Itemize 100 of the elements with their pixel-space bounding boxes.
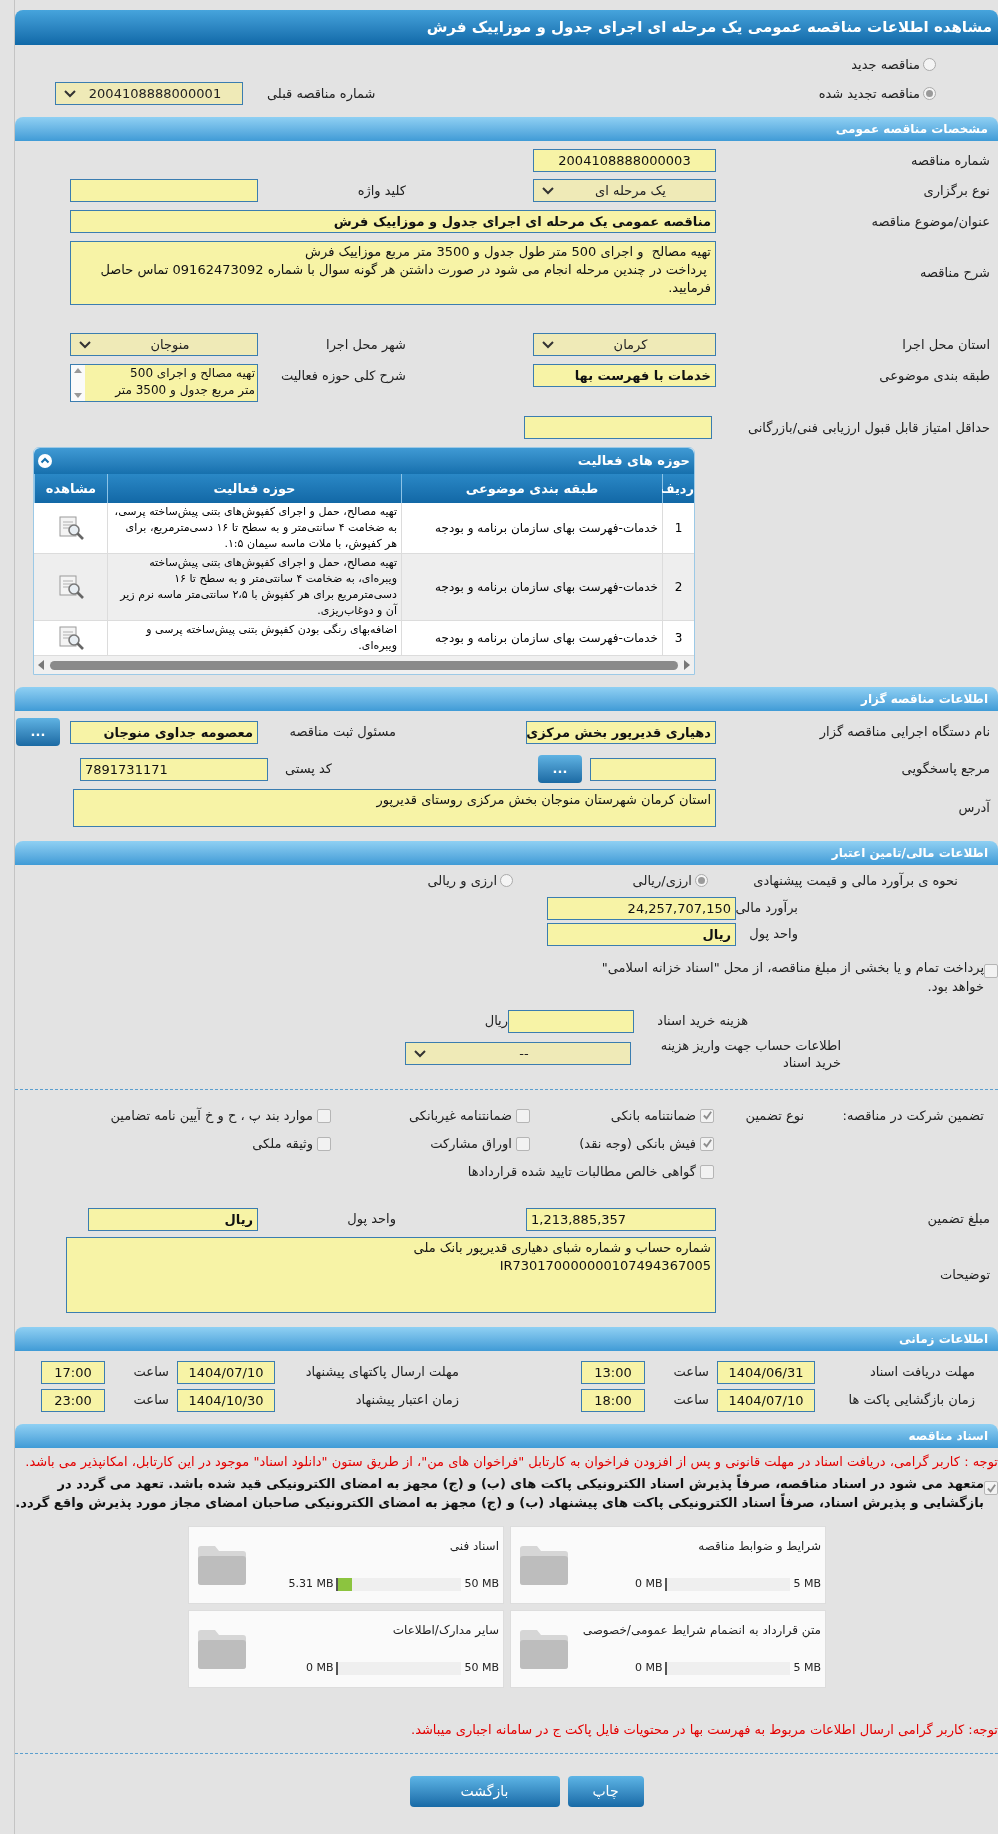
field-label: هزینه خرید اسناد [656,1012,748,1031]
table-cell: 2 [662,554,694,621]
table-cell: خدمات-فهرست بهای سازمان برنامه و بودجه [401,503,662,554]
checkbox-label: ضمانتنامه غیربانکی [408,1106,512,1125]
category-field[interactable]: خدمات با فهرست بها [533,364,716,387]
field-label: حداقل امتیاز قابل قبول ارزیابی فنی/بازرگانی [746,418,990,438]
date-field[interactable]: 1404/07/10 [177,1360,275,1384]
notice-text: توجه : کاربر گرامی، دریافت اسناد در مهلت قانونی و پس از افزودن فراخوان به کارتابل "فراخوان های من"، از طریق ستون "دانلود اسناد" موجود در این کارتابل، امکانپذیر می باشد. [24,1452,998,1471]
agency-field[interactable]: دهیاری قدیرپور بخش مرکزی [526,720,716,744]
subject-field[interactable]: مناقصه عمومی یک مرحله ای اجرای جدول و موزاییک فرش [70,210,716,233]
checkbox-label: فیش بانکی (وجه نقد) [579,1134,696,1154]
postal-code-field[interactable]: 7891731171 [80,757,268,781]
document-fee-field[interactable] [508,1009,634,1033]
notes-field[interactable]: شماره حساب و شماره شبای دهیاری قدیرپور بانک ملی IR730170000000107494367005 [66,1236,716,1313]
action-button[interactable]: بازگشت [409,1776,560,1807]
checkbox[interactable] [516,1136,530,1151]
field-label: برآورد مالی [736,898,798,918]
time-field[interactable]: 23:00 [41,1388,105,1412]
description-field[interactable]: تهیه مصالح و اجرای 500 متر طول جدول و 3500 متر مربع موزاییک فرش پرداخت در چندین مرحله انجام می شود در صورت داشتن هر گونه سوال با شماره 09162473092 تماس حاصل فرمایید. [70,241,716,305]
time-field[interactable]: 17:00 [41,1360,105,1384]
checkbox-label: وثیقه ملکی [252,1134,313,1154]
scroll-down-icon[interactable] [74,393,82,398]
file-title: سایر مدارک/اطلاعات [391,1621,499,1639]
time-field[interactable]: 18:00 [581,1388,645,1412]
account-select[interactable]: -- [405,1042,631,1065]
radio-button[interactable] [695,874,708,888]
size-label: 5.31 MB [288,1576,334,1592]
field-label: طبقه بندی موضوعی [878,367,990,386]
checkbox[interactable] [317,1108,331,1123]
date-field[interactable]: 1404/07/10 [717,1388,815,1412]
time-field[interactable]: 13:00 [581,1360,645,1384]
field-label: شرح کلی حوزه فعالیت [279,367,406,386]
more-button[interactable]: ... [16,718,60,746]
field-label: اطلاعات حساب جهت واریز هزینه خرید اسناد [659,1036,841,1071]
more-button[interactable]: ... [538,755,582,783]
min-score-field[interactable] [524,416,712,439]
chevron-down-icon [64,89,76,98]
tender-number-field[interactable]: 2004108888000003 [533,149,716,172]
field-label: ساعت [132,1363,170,1382]
field-label: شرح مناقصه [919,264,990,283]
field-label: نوع برگزاری [922,181,990,201]
section-header: اطلاعات زمانی [15,1326,998,1351]
field-label: تضمین شرکت در مناقصه: [841,1106,984,1126]
registrar-field[interactable]: معصومه جداوی منوجان [70,720,258,744]
horizontal-scrollbar[interactable] [34,656,694,674]
guarantee-amount-field[interactable]: 1,213,885,357 [526,1207,716,1231]
field-label: زمان بازگشایی پاکت ها [847,1391,975,1410]
document-search-icon[interactable] [56,625,85,651]
size-label: 0 MB [634,1660,663,1676]
field-label: کد پستی [283,760,332,779]
radio-button[interactable] [923,58,936,71]
document-search-icon[interactable] [56,574,85,600]
file-title: متن قرارداد به انضمام شرایط عمومی/خصوصی [581,1621,821,1639]
radio-label: ارزی و ریالی [427,872,497,891]
column-header: ردیف [662,474,694,503]
table-cell: خدمات-فهرست بهای سازمان برنامه و بودجه [401,621,662,656]
table-cell: 3 [662,621,694,656]
chevron-down-icon [542,340,554,349]
address-field[interactable]: استان کرمان شهرستان منوجان بخش مرکزی روستای قدیرپور [73,789,716,827]
radio-button[interactable] [923,87,936,100]
checkbox[interactable] [700,1136,714,1151]
checkbox[interactable] [984,1481,998,1495]
column-header: طبقه بندی موضوعی [401,474,662,503]
province-select[interactable]: کرمان [533,333,716,356]
checkbox[interactable] [700,1108,714,1123]
reference-field[interactable] [590,757,716,781]
keyword-field[interactable] [70,179,258,202]
action-button[interactable]: چاپ [567,1776,644,1807]
checkbox[interactable] [317,1136,331,1151]
currency-field[interactable]: ریال [547,922,736,946]
note-text: توجه: کاربر گرامی ارسال اطلاعات مربوط به فهرست بها در محتویات فایل پاکت ج در سامانه اجباری میباشد. [410,1720,998,1739]
date-field[interactable]: 1404/10/30 [177,1388,275,1412]
estimate-field[interactable]: 24,257,707,150 [547,896,736,920]
table-cell: تهیه مصالح، حمل و اجرای کفپوش‌های بتنی پیش‌ساخته پرسی، به ضخامت ۴ سانتی‌متر و به سطح تا ۱۶ دسی‌مترمربع، برای هر کفپوش، با ملات ماسه سیمان ۱:۵. [107,503,401,554]
radio-label: ارزی/ریالی [632,872,692,891]
checkbox[interactable] [700,1164,714,1179]
currency-field[interactable]: ریال [88,1207,258,1231]
document-search-icon[interactable] [56,515,85,541]
file-title: شرایط و ضوابط مناقصه [697,1537,821,1555]
max-size-label: 50 MB [464,1576,499,1592]
previous-tender-select[interactable]: 2004108888000001 [55,82,243,105]
collapse-icon[interactable] [38,454,52,468]
field-label: مهلت ارسال پاکتهای پیشنهاد [304,1363,459,1382]
section-header: مشخصات مناقصه عمومی [15,117,998,141]
city-select[interactable]: منوجان [70,333,258,356]
tender-type-select[interactable]: یک مرحله ای [533,179,716,202]
field-label: ساعت [672,1391,710,1410]
date-field[interactable]: 1404/06/31 [717,1360,815,1384]
checkbox[interactable] [984,963,998,978]
field-label: زمان اعتبار پیشنهاد [354,1391,459,1410]
scroll-up-icon[interactable] [74,368,82,373]
radio-button[interactable] [500,874,513,888]
field-label: شماره مناقصه [910,151,990,170]
section-header: اسناد مناقصه [15,1423,998,1448]
file-title: اسناد فنی [448,1537,499,1555]
scope-textarea[interactable]: تهیه مصالح و اجرای 500 متر مربع جدول و 3500 متر [70,364,258,402]
field-label: نوع تضمین [745,1106,804,1126]
field-label: استان محل اجرا [901,335,990,355]
table-cell: تهیه مصالح، حمل و اجرای کفپوش‌های بتنی پیش‌ساخته ویبره‌ای، به ضخامت ۴ سانتی‌متر و به سطح تا ۱۶ دسی‌مترمربع برای هر کفپوش با ۲،۵ سانتی‌متر ماسه نرم زیر آن و دوغاب‌ریزی. [107,554,401,621]
checkbox[interactable] [516,1108,530,1123]
